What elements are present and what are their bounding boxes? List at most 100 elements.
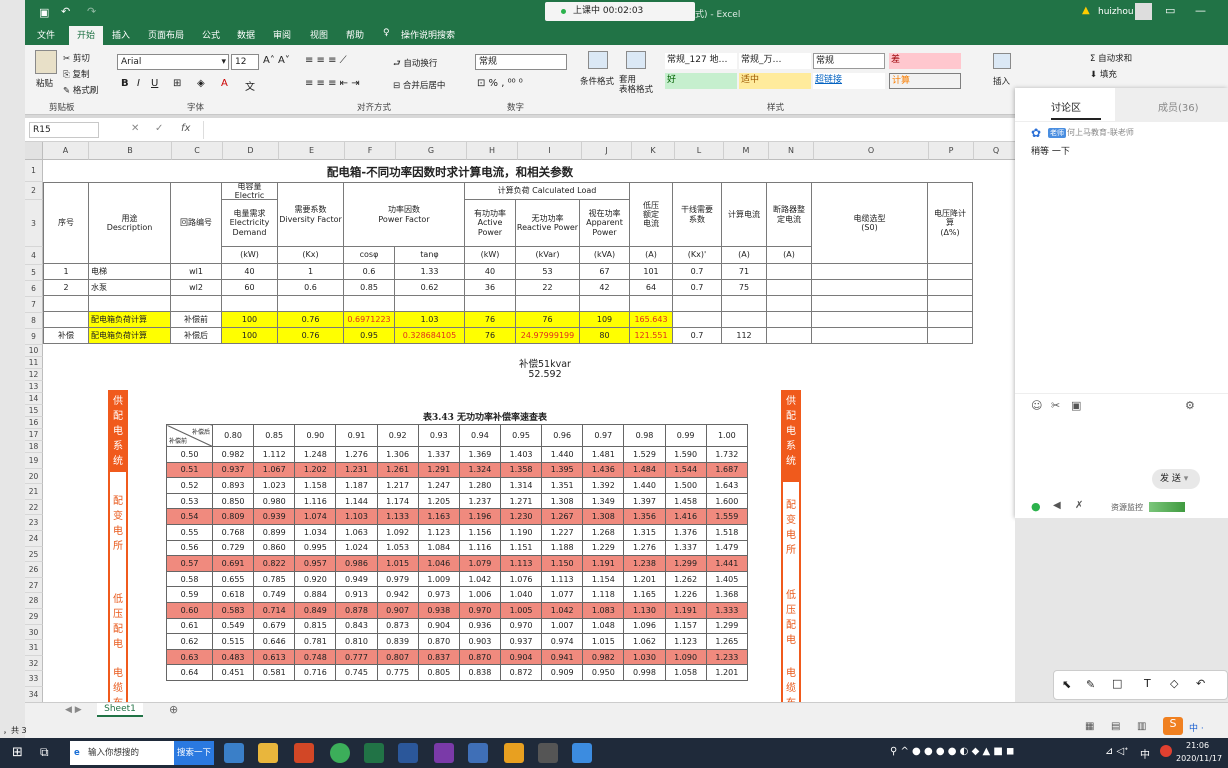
taskbar-search-app[interactable] <box>504 743 524 763</box>
data-cell[interactable] <box>43 295 89 312</box>
data-cell[interactable] <box>811 327 928 344</box>
data-cell[interactable]: 0.7 <box>672 263 722 280</box>
speaker-icon[interactable]: ◀ <box>1053 500 1061 511</box>
shape-icon[interactable]: □ <box>1112 677 1122 690</box>
column-header[interactable]: I <box>518 142 582 160</box>
clock-date[interactable]: 2020/11/17 <box>1176 754 1222 763</box>
data-cell[interactable] <box>343 295 395 312</box>
format-as-table-button[interactable]: 套用 表格格式 <box>619 75 653 95</box>
data-cell[interactable] <box>170 295 222 312</box>
data-cell[interactable]: 109 <box>579 311 630 328</box>
data-cell[interactable]: 40 <box>464 263 516 280</box>
data-cell[interactable]: 0.76 <box>277 327 344 344</box>
column-header[interactable]: P <box>929 142 974 160</box>
paste-button[interactable]: 粘贴 <box>36 77 53 89</box>
view-normal-icon[interactable]: ▦ <box>1085 721 1094 732</box>
search-button[interactable]: 搜索一下 <box>174 741 214 765</box>
column-header[interactable]: A <box>43 142 89 160</box>
data-cell[interactable] <box>927 295 973 312</box>
save-icon[interactable]: ▣ <box>39 6 49 19</box>
data-cell[interactable]: 1 <box>277 263 344 280</box>
unit-tan[interactable]: tanφ <box>394 246 465 264</box>
data-cell[interactable]: 40 <box>221 263 278 280</box>
data-cell[interactable]: 71 <box>721 263 767 280</box>
clock-time[interactable]: 21:06 <box>1186 741 1209 750</box>
add-sheet-icon[interactable]: ⊕ <box>169 703 178 716</box>
network-icon[interactable]: ⊿ ◁ᐩ <box>1105 746 1128 757</box>
fill-color-icon[interactable]: ◈ <box>197 78 205 89</box>
row-header[interactable]: 19 <box>25 453 43 469</box>
wrap-text-button[interactable]: ⮐ 自动换行 <box>393 57 437 72</box>
phonetic-icon[interactable]: 文 <box>245 78 255 93</box>
header-active-power[interactable]: 有功功率 Active Power <box>464 199 516 247</box>
column-header[interactable]: C <box>172 142 223 160</box>
row-header[interactable]: 17 <box>25 429 43 441</box>
column-header[interactable]: G <box>396 142 467 160</box>
taskbar-app-purple[interactable] <box>434 743 454 763</box>
name-box[interactable]: R15 <box>29 122 99 138</box>
data-cell[interactable]: 165.643 <box>629 311 673 328</box>
align-horizontal-icons[interactable]: ≡ ≡ ≡ ⇤ ⇥ <box>305 78 360 89</box>
row-header[interactable]: 7 <box>25 297 43 313</box>
bold-button[interactable]: B <box>121 78 129 89</box>
conditional-format-button[interactable]: 条件格式 <box>580 75 614 87</box>
row-header[interactable]: 3 <box>25 200 43 247</box>
data-cell[interactable] <box>672 311 722 328</box>
insert-cells-button[interactable]: 插入 <box>993 75 1010 87</box>
row-header[interactable]: 32 <box>25 655 43 672</box>
text-tool-icon[interactable]: T <box>1144 677 1151 690</box>
data-cell[interactable] <box>277 295 344 312</box>
taskbar-app-edge[interactable] <box>224 743 244 763</box>
row-header[interactable]: 33 <box>25 671 43 687</box>
style-bad[interactable]: 差 <box>889 53 961 69</box>
merge-center-button[interactable]: ⊟ 合并后居中 <box>393 79 445 91</box>
data-cell[interactable]: wl1 <box>170 263 222 280</box>
data-cell[interactable]: 0.6 <box>343 263 395 280</box>
row-header[interactable]: 14 <box>25 393 43 405</box>
data-cell[interactable]: 24.97999199 <box>515 327 580 344</box>
unit-kw-active[interactable]: (kW) <box>464 246 516 264</box>
row-header[interactable]: 31 <box>25 640 43 656</box>
column-header[interactable]: J <box>582 142 632 160</box>
data-cell[interactable]: 101 <box>629 263 673 280</box>
data-cell[interactable]: 配电箱负荷计算 <box>88 311 171 328</box>
tab-data[interactable]: 数据 <box>237 28 255 41</box>
tab-review[interactable]: 审阅 <box>273 28 291 41</box>
row-header[interactable]: 23 <box>25 515 43 531</box>
row-header[interactable]: 15 <box>25 405 43 417</box>
style-good[interactable]: 好 <box>665 73 737 89</box>
data-cell[interactable]: 60 <box>221 279 278 296</box>
data-cell[interactable] <box>811 279 928 296</box>
unit-kx[interactable]: (Kx) <box>277 246 344 264</box>
data-cell[interactable]: 22 <box>515 279 580 296</box>
data-cell[interactable] <box>927 279 973 296</box>
undo-icon[interactable]: ↶ <box>61 5 70 18</box>
data-cell[interactable] <box>394 295 465 312</box>
row-header[interactable]: 13 <box>25 381 43 393</box>
taskbar-powerpoint[interactable] <box>294 743 314 763</box>
data-cell[interactable] <box>766 263 812 280</box>
resource-monitor-label[interactable]: 资源监控 <box>1111 502 1143 513</box>
taskbar-file-explorer[interactable] <box>258 743 278 763</box>
undo-draw-icon[interactable]: ↶ <box>1196 677 1205 690</box>
data-cell[interactable]: 0.85 <box>343 279 395 296</box>
borders-icon[interactable]: ⊞ <box>173 78 181 89</box>
select-all-corner[interactable] <box>25 142 43 160</box>
emoji-icon[interactable]: ☺ <box>1031 399 1042 412</box>
scissors-icon[interactable]: ✂ <box>1051 399 1060 412</box>
font-name-select[interactable]: Arial ▾ <box>117 54 229 70</box>
header-diversity[interactable]: 需要系数 Diversity Factor <box>277 182 344 247</box>
user-name[interactable]: huizhou <box>1098 7 1134 17</box>
taskbar-chrome[interactable] <box>330 743 350 763</box>
cut-button[interactable]: ✂ 剪切 <box>63 52 90 64</box>
warning-icon[interactable]: ▲ <box>1082 5 1090 16</box>
align-top-icons[interactable]: ≡ ≡ ≡ ⟋ <box>305 55 347 66</box>
microphone-icon[interactable]: ● <box>1031 500 1041 513</box>
data-cell[interactable]: 补偿 <box>43 327 89 344</box>
unit-kw[interactable]: (kW) <box>221 246 278 264</box>
data-cell[interactable] <box>927 311 973 328</box>
tab-members[interactable]: 成员(36) <box>1158 99 1199 114</box>
font-color-icon[interactable]: A <box>221 78 228 89</box>
data-cell[interactable] <box>672 295 722 312</box>
column-header[interactable]: E <box>279 142 345 160</box>
